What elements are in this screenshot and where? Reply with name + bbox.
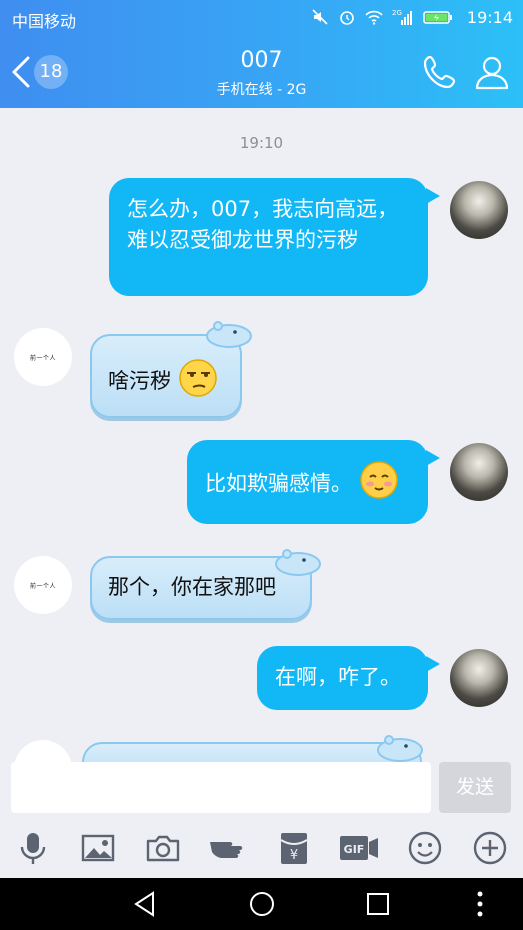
send-button[interactable]: 发送: [439, 762, 511, 813]
svg-text:2G: 2G: [392, 9, 402, 17]
bubble-tail: [426, 188, 440, 204]
hippo-bubble-decoration: [206, 321, 252, 348]
my-avatar[interactable]: [450, 181, 508, 239]
battery-charging-icon: [423, 8, 453, 26]
contact-profile-button[interactable]: [472, 52, 512, 92]
smirk-face-icon: [178, 358, 218, 406]
microphone-icon: [20, 833, 46, 864]
message-compose-bar: 发送: [0, 762, 523, 818]
wifi-icon: [365, 8, 383, 26]
nav-menu-button[interactable]: [466, 890, 494, 918]
red-packet-icon: ¥: [280, 833, 308, 864]
message-outgoing: 在啊，咋了。: [0, 646, 523, 716]
emoji-icon: [408, 831, 442, 865]
chat-header: 18 007 手机在线 - 2G: [0, 36, 523, 108]
more-vertical-icon: [477, 891, 483, 917]
hippo-bubble-decoration: [275, 549, 321, 576]
message-timestamp: 19:10: [239, 134, 284, 152]
profile-icon: [475, 56, 509, 90]
contact-avatar[interactable]: 前一个人: [14, 328, 72, 386]
message-text: 啥污秽: [108, 369, 171, 393]
gif-icon: GIF: [340, 836, 378, 860]
message-incoming-partial: [0, 732, 523, 762]
contact-avatar[interactable]: [14, 740, 72, 762]
message-text: 那个，你在家那吧: [108, 575, 276, 599]
call-button[interactable]: [420, 52, 460, 92]
message-incoming: 前一个人 那个，你在家那吧: [0, 546, 523, 636]
compose-toolbar: ¥ GIF: [0, 818, 523, 878]
message-outgoing: 怎么办，007，我志向高远，难以忍受御龙世界的污秽: [0, 178, 523, 298]
red-packet-button[interactable]: ¥: [276, 830, 312, 866]
square-recents-icon: [367, 893, 389, 915]
status-bar: 中国移动 2G 19:14: [0, 0, 523, 36]
hand-poke-icon: [210, 842, 243, 858]
message-bubble[interactable]: [82, 742, 422, 762]
status-icons: 2G: [311, 8, 453, 26]
camera-button[interactable]: [145, 830, 181, 866]
blushing-face-icon: [359, 460, 399, 509]
my-avatar[interactable]: [450, 443, 508, 501]
svg-text:GIF: GIF: [344, 843, 365, 856]
my-avatar[interactable]: [450, 649, 508, 707]
camera-icon: [146, 835, 180, 862]
message-incoming: 前一个人 啥污秽: [0, 318, 523, 418]
message-bubble[interactable]: 在啊，咋了。: [257, 646, 428, 710]
svg-text:¥: ¥: [290, 848, 298, 863]
message-list[interactable]: 19:10 怎么办，007，我志向高远，难以忍受御龙世界的污秽 前一个人 啥污秽…: [0, 108, 523, 762]
message-text: 怎么办，007，我志向高远，难以忍受御龙世界的污秽: [127, 197, 399, 252]
message-input[interactable]: [11, 762, 431, 813]
nav-recents-button[interactable]: [364, 890, 392, 918]
bubble-tail: [426, 656, 440, 672]
message-bubble[interactable]: 怎么办，007，我志向高远，难以忍受御龙世界的污秽: [109, 178, 428, 296]
message-outgoing: 比如欺骗感情。: [0, 440, 523, 530]
bubble-tail: [426, 450, 440, 466]
poke-button[interactable]: [208, 830, 250, 866]
alarm-icon: [338, 8, 356, 26]
photo-button[interactable]: [80, 830, 116, 866]
phone-icon: [423, 55, 456, 89]
circle-home-icon: [250, 892, 274, 916]
nav-back-button[interactable]: [131, 890, 159, 918]
carrier-name: 中国移动: [12, 12, 77, 31]
hippo-bubble-decoration: [377, 735, 423, 762]
plus-icon: [473, 831, 507, 865]
message-text: 在啊，咋了。: [275, 665, 401, 689]
system-navigation-bar: [0, 878, 523, 930]
mute-icon: [311, 8, 329, 26]
clock: 19:14: [466, 8, 513, 27]
image-icon: [81, 834, 115, 862]
emoji-button[interactable]: [407, 830, 443, 866]
gif-button[interactable]: GIF: [338, 830, 380, 866]
more-button[interactable]: [472, 830, 508, 866]
nav-home-button[interactable]: [248, 890, 276, 918]
signal-2g-icon: 2G: [392, 8, 414, 26]
voice-button[interactable]: [15, 830, 51, 866]
contact-avatar[interactable]: 前一个人: [14, 556, 72, 614]
message-text: 比如欺骗感情。: [205, 471, 352, 496]
message-bubble[interactable]: 比如欺骗感情。: [187, 440, 428, 524]
triangle-back-icon: [134, 891, 154, 917]
